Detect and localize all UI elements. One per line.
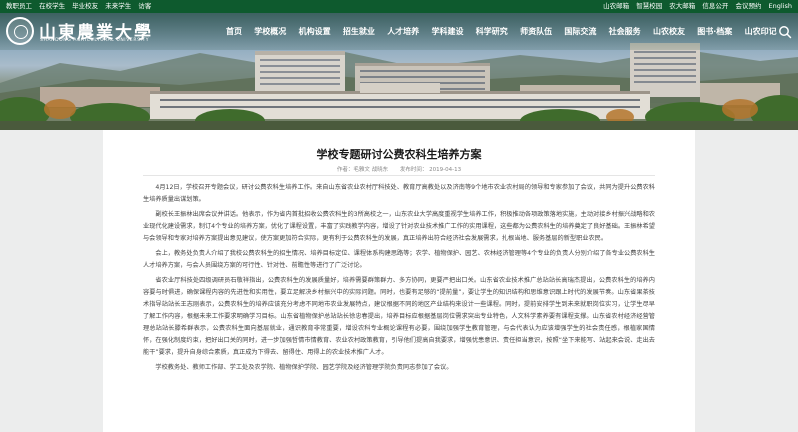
article-paragraph: 副校长王振林出席会议并讲话。他表示，作为省内首批招收公费农科生的3所高校之一，山… [143, 211, 655, 242]
article-paragraph: 学校教务处、教师工作部、学工处及农学院、植物保护学院、园艺学院及经济管理学院负责… [155, 364, 453, 371]
article-date: 发布时间： 2019-04-13 [399, 167, 462, 173]
link-future-students[interactable]: 未来学生 [105, 2, 131, 10]
article-meta: 作者：毛雅文 战晓东 发布时间： 2019-04-13 [103, 165, 695, 173]
main-navbar: 山東農業大學 SHANDONG AGRICULTURAL UNIVERSITY … [0, 13, 798, 50]
search-icon[interactable] [778, 25, 792, 39]
link-english[interactable]: English [769, 2, 792, 10]
nav-departments[interactable]: 机构设置 [299, 13, 331, 50]
nav-research[interactable]: 科学研究 [476, 13, 508, 50]
nav-faculty[interactable]: 师资队伍 [520, 13, 552, 50]
article-paragraph: 省农业厅科技处四级调研员石敬祥指出，公费农科生的发展质量好，培养需要群策群力、多… [143, 277, 655, 356]
audience-links: 教职员工 在校学生 毕业校友 未来学生 访客 [6, 0, 156, 13]
article-card: 学校专题研讨公费农科生培养方案 作者：毛雅文 战晓东 发布时间： 2019-04… [103, 130, 695, 432]
article-body: 4月12日，学校召开专题会议，研讨公费农科生培养工作。来自山东省农业农村厅科技处… [143, 182, 655, 377]
seal-icon [6, 17, 34, 45]
link-info-disclosure[interactable]: 信息公开 [702, 2, 728, 10]
article-paragraph: 会上，教务处负责人介绍了我校公费农科生的招生情况、培养目标定位、课程体系构建思路… [143, 250, 655, 269]
logo-english-name: SHANDONG AGRICULTURAL UNIVERSITY [40, 38, 150, 43]
nav-home[interactable]: 首页 [226, 13, 242, 50]
top-utility-bar: 教职员工 在校学生 毕业校友 未来学生 访客 山农邮箱 智慧校园 农大邮箱 信息… [0, 0, 798, 13]
link-students[interactable]: 在校学生 [39, 2, 65, 10]
service-links: 山农邮箱 智慧校园 农大邮箱 信息公开 会议预约 English [598, 0, 792, 13]
nav-services[interactable]: 社会服务 [609, 13, 641, 50]
nav-about[interactable]: 学校概况 [254, 13, 286, 50]
article-paragraph: 4月12日，学校召开专题会议，研讨公费农科生培养工作。来自山东省农业农村厅科技处… [143, 184, 655, 203]
nav-library-archives[interactable]: 图书·档案 [697, 13, 732, 50]
link-smart-campus[interactable]: 智慧校园 [636, 2, 662, 10]
nav-international[interactable]: 国际交流 [564, 13, 596, 50]
link-meeting-booking[interactable]: 会议预约 [735, 2, 761, 10]
nav-alumni[interactable]: 山农校友 [653, 13, 685, 50]
university-logo[interactable]: 山東農業大學 SHANDONG AGRICULTURAL UNIVERSITY [6, 17, 156, 47]
link-sdau-mail[interactable]: 山农邮箱 [603, 2, 629, 10]
nav-sdau-imprint[interactable]: 山农印记 [745, 13, 777, 50]
nav-disciplines[interactable]: 学科建设 [431, 13, 463, 50]
nav-menu: 首页 学校概况 机构设置 招生就业 人才培养 学科建设 科学研究 师资队伍 国际交流 社会服务 山农… [226, 13, 789, 50]
nav-education[interactable]: 人才培养 [387, 13, 419, 50]
title-divider [143, 175, 655, 176]
article-title: 学校专题研讨公费农科生培养方案 [316, 148, 482, 161]
nav-admissions[interactable]: 招生就业 [343, 13, 375, 50]
article-author: 作者：毛雅文 战晓东 [336, 167, 389, 173]
link-univ-mail[interactable]: 农大邮箱 [669, 2, 695, 10]
link-alumni[interactable]: 毕业校友 [72, 2, 98, 10]
link-staff[interactable]: 教职员工 [6, 2, 32, 10]
link-visitors[interactable]: 访客 [138, 2, 151, 10]
